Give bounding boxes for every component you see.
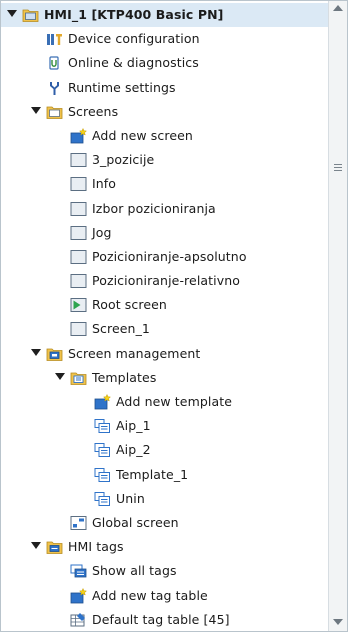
tree-item[interactable]: Unin bbox=[1, 487, 328, 511]
screen-icon bbox=[70, 225, 87, 241]
expand-arrow-icon[interactable] bbox=[55, 372, 65, 380]
tree-item[interactable]: Device configuration bbox=[1, 27, 328, 51]
tree-item[interactable]: Aip_1 bbox=[1, 414, 328, 438]
online-diagnostics-icon bbox=[46, 55, 63, 71]
vertical-scrollbar[interactable] bbox=[328, 1, 347, 631]
screen-icon bbox=[70, 201, 87, 217]
tree-item[interactable]: Screen management bbox=[1, 342, 328, 366]
tree-item[interactable]: Runtime settings bbox=[1, 76, 328, 100]
tree-item-label: Add new screen bbox=[92, 127, 193, 143]
expand-arrow-icon[interactable] bbox=[31, 106, 41, 114]
tree-item[interactable]: Global screen bbox=[1, 511, 328, 535]
tree-item[interactable]: Info bbox=[1, 172, 328, 196]
root-screen-icon bbox=[70, 297, 87, 313]
tree-item[interactable]: Add new tag table bbox=[1, 584, 328, 608]
tree-item[interactable]: Jog bbox=[1, 221, 328, 245]
template-icon bbox=[94, 467, 111, 483]
screen-management-folder-icon bbox=[46, 346, 63, 362]
tree-item-label: Pozicioniranje-apsolutno bbox=[92, 248, 247, 264]
tree-item[interactable]: Pozicioniranje-relativno bbox=[1, 269, 328, 293]
device-configuration-icon bbox=[46, 31, 63, 47]
tree-item-label: Runtime settings bbox=[68, 79, 176, 95]
screen-icon bbox=[70, 152, 87, 168]
templates-folder-icon bbox=[70, 370, 87, 386]
global-screen-icon bbox=[70, 515, 87, 531]
project-tree-panel: HMI_1 [KTP400 Basic PN] Device configurat… bbox=[0, 0, 348, 632]
tree-item-label: Templates bbox=[92, 369, 157, 385]
tree-item-label: Pozicioniranje-relativno bbox=[92, 273, 240, 289]
tree-item-label: Template_1 bbox=[116, 466, 189, 482]
tree-item[interactable]: Izbor pozicioniranja bbox=[1, 197, 328, 221]
tree-item-label: Izbor pozicioniranja bbox=[92, 200, 216, 216]
tree-item[interactable]: Default tag table [45] bbox=[1, 608, 328, 631]
tree-item[interactable]: Template_1 bbox=[1, 463, 328, 487]
tree-item[interactable]: Add new template bbox=[1, 390, 328, 414]
tree-item-label: Online & diagnostics bbox=[68, 55, 199, 71]
tree-item-label: Global screen bbox=[92, 514, 179, 530]
tree-item[interactable]: Templates bbox=[1, 366, 328, 390]
tree-item[interactable]: Aip_2 bbox=[1, 438, 328, 462]
tree-item[interactable]: Online & diagnostics bbox=[1, 51, 328, 75]
tree-item-label: Default tag table [45] bbox=[92, 611, 230, 627]
tree-item-label: HMI_1 [KTP400 Basic PN] bbox=[44, 7, 224, 22]
tree-item-label: HMI tags bbox=[68, 539, 124, 555]
tree-item-label: Root screen bbox=[92, 297, 167, 313]
tree-item-label: Unin bbox=[116, 490, 145, 506]
tree-item[interactable]: HMI_1 [KTP400 Basic PN] bbox=[1, 3, 328, 28]
tree-item[interactable]: Screen_1 bbox=[1, 317, 328, 341]
tree-item-label: Add new tag table bbox=[92, 587, 208, 603]
scroll-up-arrow-icon[interactable] bbox=[333, 5, 343, 11]
hmi-tags-folder-icon bbox=[46, 539, 63, 555]
template-icon bbox=[94, 491, 111, 507]
template-icon bbox=[94, 442, 111, 458]
project-tree: HMI_1 [KTP400 Basic PN] Device configurat… bbox=[1, 3, 328, 631]
tree-item[interactable]: Root screen bbox=[1, 293, 328, 317]
screen-icon bbox=[70, 321, 87, 337]
tree-item[interactable]: Add new screen bbox=[1, 124, 328, 148]
tree-item-label: Screen_1 bbox=[92, 321, 150, 337]
tree-item-label: 3_pozicije bbox=[92, 152, 155, 168]
show-all-tags-icon bbox=[70, 563, 87, 579]
tree-item-label: Screens bbox=[68, 103, 119, 119]
expand-arrow-icon[interactable] bbox=[7, 10, 17, 17]
screens-folder-icon bbox=[46, 104, 63, 120]
template-icon bbox=[94, 418, 111, 434]
tree-item-label: Aip_2 bbox=[116, 442, 151, 458]
tree-item[interactable]: Show all tags bbox=[1, 559, 328, 583]
scroll-down-arrow-icon[interactable] bbox=[333, 619, 343, 625]
tree-item-label: Aip_1 bbox=[116, 418, 151, 434]
add-new-screen-icon bbox=[70, 127, 88, 144]
screen-icon bbox=[70, 249, 87, 265]
tree-item-label: Device configuration bbox=[68, 31, 200, 47]
tree-item[interactable]: 3_pozicije bbox=[1, 148, 328, 172]
tree-item-label: Screen management bbox=[68, 345, 201, 361]
tree-item-label: Add new template bbox=[116, 394, 233, 409]
runtime-settings-icon bbox=[46, 80, 63, 96]
add-new-tag-table-icon bbox=[70, 587, 88, 604]
screen-icon bbox=[70, 273, 87, 289]
tree-item[interactable]: Pozicioniranje-apsolutno bbox=[1, 245, 328, 269]
screen-icon bbox=[70, 176, 87, 192]
expand-arrow-icon[interactable] bbox=[31, 542, 41, 550]
tree-item[interactable]: Screens bbox=[1, 100, 328, 124]
tree-item-label: Info bbox=[92, 176, 117, 192]
hmi-device-folder-icon bbox=[22, 7, 39, 23]
expand-arrow-icon[interactable] bbox=[31, 348, 41, 356]
tree-item[interactable]: HMI tags bbox=[1, 535, 328, 559]
scroll-grip-icon[interactable] bbox=[334, 164, 342, 172]
tag-table-icon bbox=[70, 612, 87, 628]
add-new-template-icon bbox=[94, 393, 112, 410]
tree-item-label: Show all tags bbox=[92, 563, 177, 579]
tree-item-label: Jog bbox=[92, 224, 112, 240]
